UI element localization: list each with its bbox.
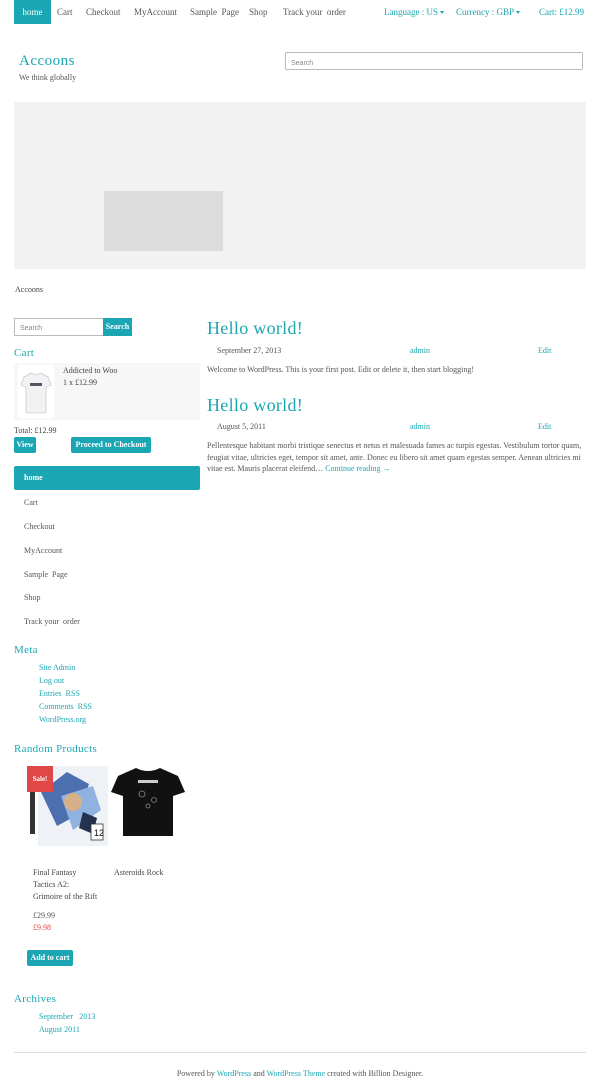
view-cart-button[interactable]: View xyxy=(14,437,36,453)
language-dropdown[interactable]: Language : US xyxy=(384,0,444,24)
breadcrumb: Accoons xyxy=(15,285,43,294)
sidebar-search-input[interactable]: Search xyxy=(14,318,104,336)
site-title[interactable]: Accoons xyxy=(19,53,75,70)
sidebar-menu-cart[interactable]: Cart xyxy=(24,498,38,507)
archive-link-september-2013[interactable]: September 2013 xyxy=(39,1012,95,1021)
post-date[interactable]: August 5, 2011 xyxy=(217,422,266,431)
footer-and-text: and xyxy=(253,1069,265,1078)
post-title[interactable]: Hello world! xyxy=(207,318,303,339)
add-to-cart-button[interactable]: Add to cart xyxy=(27,950,73,966)
meta-comments-rss-link[interactable]: Comments RSS xyxy=(39,702,92,711)
nav-cart[interactable]: Cart xyxy=(57,0,73,24)
chevron-down-icon xyxy=(516,11,520,15)
post-title[interactable]: Hello world! xyxy=(207,395,303,416)
footer-theme-link[interactable]: WordPress Theme xyxy=(267,1069,326,1078)
nav-track-order[interactable]: Track your order xyxy=(283,0,346,24)
cart-item: Addicted to Woo 1 x £12.99 xyxy=(14,363,200,420)
footer-powered-text: Powered by xyxy=(176,1069,215,1078)
post-author-link[interactable]: admin xyxy=(410,346,430,355)
random-products-title: Random Products xyxy=(14,743,98,755)
sidebar-search-button[interactable]: Search xyxy=(103,318,132,336)
nav-checkout[interactable]: Checkout xyxy=(86,0,121,24)
nav-shop[interactable]: Shop xyxy=(249,0,268,24)
language-label: Language : US xyxy=(384,7,438,17)
tshirt-black-icon xyxy=(111,768,185,836)
sidebar-menu-checkout[interactable]: Checkout xyxy=(24,522,55,531)
product1-sale-price: £9.98 xyxy=(33,923,51,932)
post-date[interactable]: September 27, 2013 xyxy=(217,346,281,355)
product-image-asteroids-rock[interactable] xyxy=(108,766,187,838)
post-edit-link[interactable]: Edit xyxy=(538,422,551,431)
sidebar-menu-sample-page[interactable]: Sample Page xyxy=(24,570,68,579)
product1-original-price: £29.99 xyxy=(33,911,55,920)
top-navigation: home Cart Checkout MyAccount Sample Page… xyxy=(0,0,600,24)
meta-site-admin-link[interactable]: Site Admin xyxy=(39,663,75,672)
meta-widget-title: Meta xyxy=(14,644,38,656)
currency-label: Currency : GBP xyxy=(456,7,514,17)
chevron-down-icon xyxy=(440,11,444,15)
proceed-to-checkout-button[interactable]: Proceed to Checkout xyxy=(71,437,151,453)
product1-name[interactable]: Final Fantasy Tactics A2: Grimoire of th… xyxy=(33,867,97,903)
post-author-link[interactable]: admin xyxy=(410,422,430,431)
footer-created-text: created with Billion Designer. xyxy=(327,1069,424,1078)
nav-myaccount[interactable]: MyAccount xyxy=(134,0,177,24)
cart-widget-title: Cart xyxy=(14,347,35,359)
cart-item-name[interactable]: Addicted to Woo xyxy=(63,366,117,375)
banner-image-placeholder xyxy=(104,191,223,251)
archive-link-august-2011[interactable]: August 2011 xyxy=(39,1025,80,1034)
meta-log-out-link[interactable]: Log out xyxy=(39,676,64,685)
post-edit-link[interactable]: Edit xyxy=(538,346,551,355)
product2-name[interactable]: Asteroids Rock xyxy=(114,867,164,879)
nav-home[interactable]: home xyxy=(14,0,51,24)
product1-name-line: Grimoire of the Rift xyxy=(33,892,98,901)
svg-text:12: 12 xyxy=(94,828,104,838)
post-excerpt: Welcome to WordPress. This is your first… xyxy=(207,365,475,374)
sidebar-menu-home[interactable]: home xyxy=(14,466,200,490)
sidebar-menu-myaccount[interactable]: MyAccount xyxy=(24,546,62,555)
meta-wordpress-org-link[interactable]: WordPress.org xyxy=(39,715,86,724)
post-excerpt: Pellentesque habitant morbi tristique se… xyxy=(207,440,585,475)
product1-name-line: Tactics A2: xyxy=(33,880,70,889)
cart-total: Total: £12.99 xyxy=(14,426,57,435)
footer-wordpress-link[interactable]: WordPress xyxy=(217,1069,251,1078)
site-footer: Powered by WordPress and WordPress Theme… xyxy=(0,1069,600,1078)
sale-badge: Sale! xyxy=(27,766,53,792)
tshirt-white-icon xyxy=(20,372,52,414)
sidebar-menu-track-order[interactable]: Track your order xyxy=(24,617,80,626)
product1-name-line: Final Fantasy xyxy=(33,868,77,877)
site-tagline: We think globally xyxy=(19,73,77,82)
header-banner xyxy=(14,102,586,269)
cart-item-thumbnail[interactable] xyxy=(18,365,54,418)
footer-divider xyxy=(14,1052,586,1053)
archives-widget-title: Archives xyxy=(14,993,57,1005)
meta-entries-rss-link[interactable]: Entries RSS xyxy=(39,689,80,698)
continue-reading-link[interactable]: Continue reading → xyxy=(325,464,390,473)
cart-total-link[interactable]: Cart: £12.99 xyxy=(539,0,584,24)
post-excerpt-text: Pellentesque habitant morbi tristique se… xyxy=(207,441,582,473)
header-search-input[interactable]: Search xyxy=(285,52,583,70)
currency-dropdown[interactable]: Currency : GBP xyxy=(456,0,520,24)
nav-sample-page[interactable]: Sample Page xyxy=(190,0,239,24)
sidebar-menu-shop[interactable]: Shop xyxy=(24,593,40,602)
cart-item-quantity: 1 x £12.99 xyxy=(63,378,97,387)
